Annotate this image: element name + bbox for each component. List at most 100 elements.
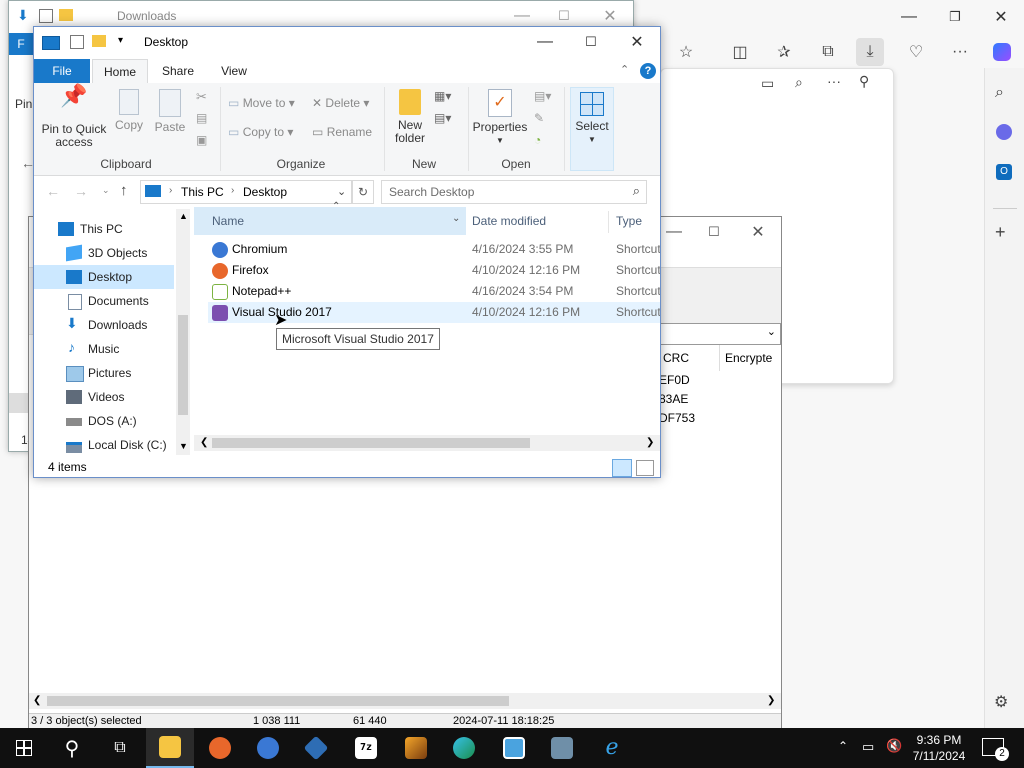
close-button[interactable]: ✕	[614, 27, 660, 57]
column-header-type[interactable]: Type	[616, 207, 642, 235]
search-box[interactable]: Search Desktop ⌕	[381, 180, 647, 204]
open-icon[interactable]: ▤▾	[534, 89, 551, 103]
notification-icon[interactable]: 2	[982, 738, 1009, 761]
column-header-name[interactable]: Name	[194, 207, 466, 235]
new-folder-icon[interactable]	[92, 35, 106, 47]
file-hscroll[interactable]: ❮ ❯	[194, 435, 660, 451]
clock[interactable]: 9:36 PM 7/11/2024	[910, 732, 968, 764]
edit-icon[interactable]: ✎	[534, 111, 544, 125]
scroll-up-icon[interactable]: ▲	[179, 211, 188, 221]
split-screen-icon[interactable]: ◫	[726, 38, 754, 66]
volume-muted-icon[interactable]: 🔇	[886, 738, 902, 754]
downloads-icon[interactable]: ⤓	[856, 38, 884, 66]
back-arrow-icon[interactable]: ←	[46, 183, 60, 199]
close-button[interactable]: ✕	[735, 217, 781, 247]
tab-home[interactable]: Home	[92, 59, 148, 84]
column-header-encrypted[interactable]: Encrypte	[725, 351, 772, 365]
properties-check-icon[interactable]	[39, 9, 53, 23]
address-bar[interactable]: › This PC › Desktop ⌄	[140, 180, 352, 204]
settings-gear-icon[interactable]: ⚙	[994, 692, 1008, 712]
nav-item-music[interactable]: ♪ Music	[34, 337, 174, 361]
nav-item-videos[interactable]: Videos	[34, 385, 174, 409]
more-icon[interactable]: ···	[827, 73, 841, 89]
vertical-scrollbar[interactable]: ▲ ▼	[176, 209, 190, 455]
recent-locations-icon[interactable]: ⌄	[102, 185, 110, 196]
tab-share[interactable]: Share	[152, 59, 204, 83]
scroll-right-icon[interactable]: ❯	[646, 437, 654, 448]
chevron-down-icon[interactable]: ⌄	[452, 213, 460, 224]
history-icon[interactable]: ◔	[534, 133, 541, 147]
nav-item-3d-objects[interactable]: 3D Objects	[34, 241, 174, 265]
scroll-right-icon[interactable]: ❯	[767, 695, 775, 706]
maximize-button[interactable]: ☐	[568, 27, 614, 57]
chromium-taskbar-button[interactable]	[244, 728, 292, 768]
edge-restore-button[interactable]: ❐	[932, 2, 978, 32]
breadcrumb-desktop[interactable]: Desktop	[243, 185, 287, 199]
favorite-star-icon[interactable]: ☆	[672, 38, 700, 66]
copilot-sidebar-icon[interactable]	[996, 124, 1012, 140]
task-view-icon[interactable]: ⧉	[96, 728, 144, 768]
nav-item-downloads[interactable]: ⬇ Downloads	[34, 313, 174, 337]
properties-check-icon[interactable]	[70, 35, 84, 49]
breadcrumb-separator[interactable]: ›	[231, 185, 234, 196]
paste-button[interactable]: Paste	[152, 89, 188, 134]
scroll-left-icon[interactable]: ❮	[33, 695, 41, 706]
refresh-icon[interactable]: ↻	[352, 180, 374, 204]
scroll-down-icon[interactable]: ▼	[179, 441, 188, 451]
folder-icon[interactable]: ▭	[761, 75, 774, 92]
nav-item-desktop[interactable]: Desktop	[34, 265, 174, 289]
firefox-taskbar-button[interactable]	[196, 728, 244, 768]
chevron-down-icon[interactable]: ⌄	[337, 185, 346, 198]
scrollbar-thumb[interactable]	[178, 315, 188, 415]
delete-button[interactable]: ✕ Delete ▾	[312, 97, 369, 110]
rename-button[interactable]: ▭ Rename	[312, 126, 372, 139]
tab-view[interactable]: View	[208, 59, 260, 83]
nav-item-pictures[interactable]: Pictures	[34, 361, 174, 385]
file-tab[interactable]: F	[9, 33, 33, 55]
scrollbar-thumb[interactable]	[47, 696, 509, 706]
file-row-chromium[interactable]: Chromium 4/16/2024 3:55 PM Shortcut	[208, 239, 660, 260]
file-row-notepadpp[interactable]: Notepad++ 4/16/2024 3:54 PM Shortcut	[208, 281, 660, 302]
internet-explorer-taskbar-button[interactable]: e	[588, 728, 636, 768]
tab-file[interactable]: File	[34, 59, 90, 83]
edge-taskbar-button[interactable]	[440, 728, 488, 768]
properties-button[interactable]: ✓ Properties ▼	[472, 89, 528, 147]
network-icon[interactable]: ▭	[862, 739, 874, 755]
up-arrow-icon[interactable]: ↑	[120, 182, 128, 199]
large-icons-view-icon[interactable]	[636, 460, 654, 476]
pin-to-quick-access-button[interactable]: 📌 Pin to Quick access	[38, 85, 110, 149]
breadcrumb-separator[interactable]: ›	[169, 185, 172, 196]
cut-icon[interactable]: ✂	[196, 89, 207, 105]
help-icon[interactable]: ?	[640, 63, 656, 79]
outlook-icon[interactable]: O	[996, 164, 1012, 180]
paste-shortcut-icon[interactable]: ▣	[196, 133, 207, 147]
maximize-button[interactable]: ☐	[691, 217, 737, 247]
nav-item-dos-a[interactable]: DOS (A:)	[34, 409, 174, 433]
details-view-icon[interactable]	[612, 459, 632, 477]
collections-icon[interactable]: ⧉	[814, 38, 842, 66]
forward-arrow-icon[interactable]: →	[74, 183, 88, 199]
browser-essentials-icon[interactable]: ♡	[902, 38, 930, 66]
file-explorer-taskbar-button[interactable]	[146, 728, 194, 768]
app-taskbar-button-2[interactable]	[490, 728, 538, 768]
column-header-crc[interactable]: CRC	[663, 351, 689, 365]
folder-icon[interactable]	[59, 9, 73, 21]
sevenzip-taskbar-button[interactable]: 7z	[342, 728, 390, 768]
scrollbar-thumb[interactable]	[212, 438, 530, 448]
minimize-button[interactable]: —	[522, 27, 568, 57]
sevenzip-address-bar[interactable]: ⌄	[659, 323, 781, 345]
copy-path-icon[interactable]: ▤	[196, 111, 207, 125]
nav-item-documents[interactable]: Documents	[34, 289, 174, 313]
copy-to-button[interactable]: ▭ Copy to ▾	[228, 126, 293, 139]
new-folder-button[interactable]: New folder	[390, 89, 430, 145]
chevron-down-icon[interactable]: ⌄	[767, 325, 776, 338]
new-item-icon[interactable]: ▦▾	[434, 89, 451, 103]
nav-item-this-pc[interactable]: This PC	[34, 217, 174, 241]
virtualbox-taskbar-button[interactable]	[292, 728, 340, 768]
add-icon[interactable]: +	[995, 222, 1006, 243]
easy-access-icon[interactable]: ▤▾	[434, 111, 451, 125]
file-row-firefox[interactable]: Firefox 4/10/2024 12:16 PM Shortcut	[208, 260, 660, 281]
search-icon[interactable]: ⌕	[633, 183, 640, 199]
copilot-icon[interactable]	[988, 38, 1016, 66]
search-icon[interactable]: ⌕	[995, 84, 1004, 102]
